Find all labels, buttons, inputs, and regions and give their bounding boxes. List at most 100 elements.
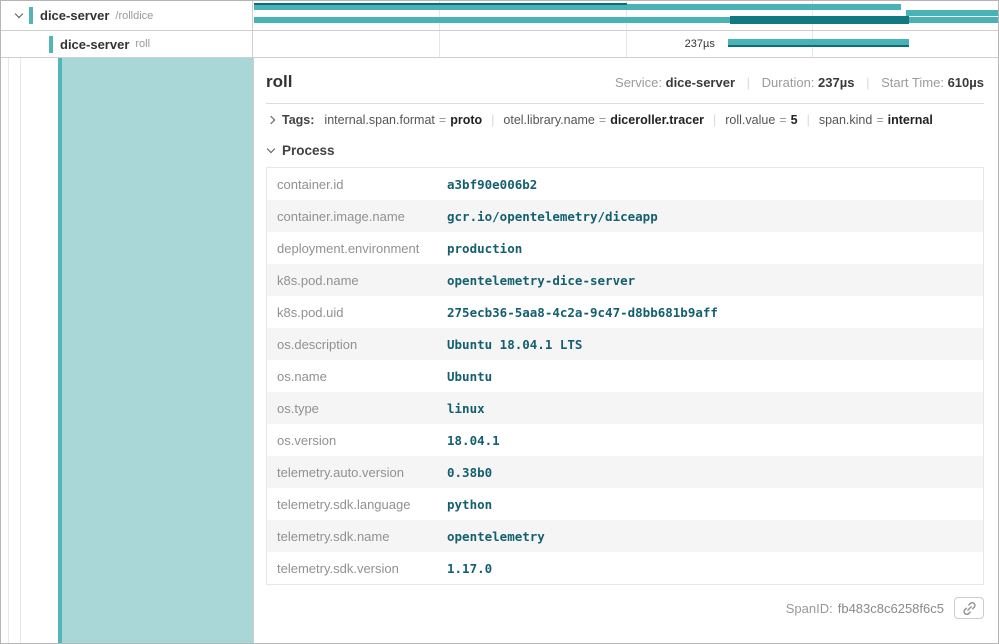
span-bar-segment[interactable] — [906, 10, 998, 16]
span-detail-footer: SpanID: fb483c8c6258f6c5 — [266, 597, 984, 619]
process-label: Process — [282, 143, 335, 158]
table-row: container.id a3bf90e006b2 — [267, 168, 983, 200]
span-duration-label: 237µs — [596, 38, 715, 50]
tag-value: diceroller.tracer — [610, 113, 704, 127]
tree-gutter — [1, 58, 58, 643]
kv-value: python — [447, 497, 492, 512]
timeline-rolldice[interactable] — [253, 1, 998, 30]
table-row: telemetry.sdk.version 1.17.0 — [267, 552, 983, 584]
kv-key: telemetry.sdk.version — [267, 561, 447, 576]
collapse-toggle[interactable] — [9, 14, 29, 17]
indent-guide — [8, 58, 9, 643]
tag-item: roll.value = 5 — [725, 113, 797, 127]
span-detail-row: roll Service: dice-server | Duration: 23… — [1, 58, 998, 643]
kv-key: telemetry.auto.version — [267, 465, 447, 480]
span-bar-accent — [254, 3, 627, 5]
table-row: telemetry.sdk.name opentelemetry — [267, 520, 983, 552]
span-title: roll — [266, 72, 292, 92]
table-row: os.version 18.04.1 — [267, 424, 983, 456]
chevron-right-icon — [267, 116, 275, 124]
equals-sign: = — [779, 113, 786, 127]
tag-key: roll.value — [725, 113, 775, 127]
chevron-down-icon — [15, 10, 23, 18]
service-name: dice-server — [40, 8, 109, 23]
kv-value: opentelemetry-dice-server — [447, 273, 635, 288]
spanid-value: fb483c8c6258f6c5 — [838, 601, 944, 616]
tag-item: otel.library.name = diceroller.tracer — [503, 113, 704, 127]
span-row-roll: dice-server roll 237µs — [1, 31, 998, 58]
kv-key: os.type — [267, 401, 447, 416]
service-value: dice-server — [666, 75, 735, 90]
kv-key: container.id — [267, 177, 447, 192]
kv-key: container.image.name — [267, 209, 447, 224]
kv-value: 18.04.1 — [447, 433, 500, 448]
table-row: os.description Ubuntu 18.04.1 LTS — [267, 328, 983, 360]
tag-value: internal — [888, 113, 933, 127]
kv-key: k8s.pod.name — [267, 273, 447, 288]
operation-name: roll — [135, 38, 150, 50]
tag-item: span.kind = internal — [819, 113, 933, 127]
service-label: Service: — [615, 75, 662, 90]
copy-link-button[interactable] — [954, 597, 984, 619]
tag-key: span.kind — [819, 113, 873, 127]
tag-value: 5 — [791, 113, 798, 127]
timeline-grid-line — [439, 31, 440, 57]
tag-value: proto — [450, 113, 482, 127]
kv-value: opentelemetry — [447, 529, 545, 544]
kv-key: os.description — [267, 337, 447, 352]
span-bar[interactable] — [728, 39, 908, 47]
span-detail-panel: roll Service: dice-server | Duration: 23… — [253, 58, 998, 643]
kv-value: Ubuntu — [447, 369, 492, 384]
equals-sign: = — [876, 113, 883, 127]
selected-span-highlight — [58, 58, 253, 643]
kv-key: k8s.pod.uid — [267, 305, 447, 320]
tag-key: internal.span.format — [324, 113, 434, 127]
operation-name: /rolldice — [115, 10, 153, 22]
span-name-cell-roll[interactable]: dice-server roll — [1, 31, 253, 57]
kv-key: deployment.environment — [267, 241, 447, 256]
service-color-bar — [29, 7, 33, 24]
span-name-cell-rolldice[interactable]: dice-server /rolldice — [1, 1, 253, 30]
kv-value: 275ecb36-5aa8-4c2a-9c47-d8bb681b9aff — [447, 305, 718, 320]
chevron-down-icon — [267, 145, 275, 153]
equals-sign: = — [599, 113, 606, 127]
table-row: deployment.environment production — [267, 232, 983, 264]
service-color-bar — [49, 36, 53, 53]
kv-value: gcr.io/opentelemetry/diceapp — [447, 209, 658, 224]
kv-value: 1.17.0 — [447, 561, 492, 576]
start-time-value: 610µs — [948, 75, 984, 90]
service-name: dice-server — [60, 37, 129, 52]
process-accordion-header[interactable]: Process — [268, 143, 984, 158]
kv-key: os.name — [267, 369, 447, 384]
equals-sign: = — [439, 113, 446, 127]
table-row: telemetry.auto.version 0.38b0 — [267, 456, 983, 488]
table-row: k8s.pod.name opentelemetry-dice-server — [267, 264, 983, 296]
table-row: k8s.pod.uid 275ecb36-5aa8-4c2a-9c47-d8bb… — [267, 296, 983, 328]
separator: | — [491, 113, 494, 127]
tags-label: Tags: — [282, 113, 314, 127]
kv-value: Ubuntu 18.04.1 LTS — [447, 337, 582, 352]
jaeger-trace-view: dice-server /rolldice dice-server roll 2… — [0, 0, 999, 644]
table-row: os.type linux — [267, 392, 983, 424]
process-key-value-table: container.id a3bf90e006b2 container.imag… — [266, 167, 984, 585]
start-time-label: Start Time: — [881, 75, 944, 90]
separator: | — [713, 113, 716, 127]
detail-header: roll Service: dice-server | Duration: 23… — [266, 72, 984, 92]
span-bar-accent — [730, 16, 909, 24]
kv-key: telemetry.sdk.name — [267, 529, 447, 544]
separator: | — [807, 113, 810, 127]
timeline-roll[interactable]: 237µs — [253, 31, 998, 57]
tag-key: otel.library.name — [503, 113, 594, 127]
duration-label: Duration: — [762, 75, 815, 90]
tags-accordion-header[interactable]: Tags: internal.span.format = proto | ote… — [266, 104, 984, 135]
separator: | — [866, 75, 869, 90]
separator: | — [747, 75, 750, 90]
tag-item: internal.span.format = proto — [324, 113, 482, 127]
spanid-label: SpanID: — [786, 601, 833, 616]
table-row: telemetry.sdk.language python — [267, 488, 983, 520]
table-row: os.name Ubuntu — [267, 360, 983, 392]
span-overview: Service: dice-server | Duration: 237µs |… — [615, 75, 984, 90]
kv-value: 0.38b0 — [447, 465, 492, 480]
kv-key: os.version — [267, 433, 447, 448]
indent-guide — [20, 58, 21, 643]
